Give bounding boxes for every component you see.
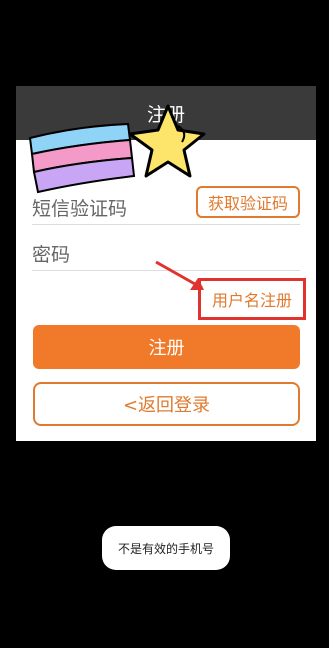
- username-register-link[interactable]: 用户名注册: [198, 278, 306, 320]
- password-placeholder: 密码: [32, 244, 71, 266]
- toast-message: 不是有效的手机号: [102, 526, 230, 570]
- register-button[interactable]: 注册: [33, 325, 300, 369]
- annotation-arrow: [155, 260, 204, 290]
- get-code-button[interactable]: 获取验证码: [196, 186, 300, 218]
- back-to-login-button[interactable]: <返回登录: [33, 382, 300, 426]
- shooting-star-sticker: [28, 104, 206, 194]
- username-register-label: 用户名注册: [211, 291, 292, 310]
